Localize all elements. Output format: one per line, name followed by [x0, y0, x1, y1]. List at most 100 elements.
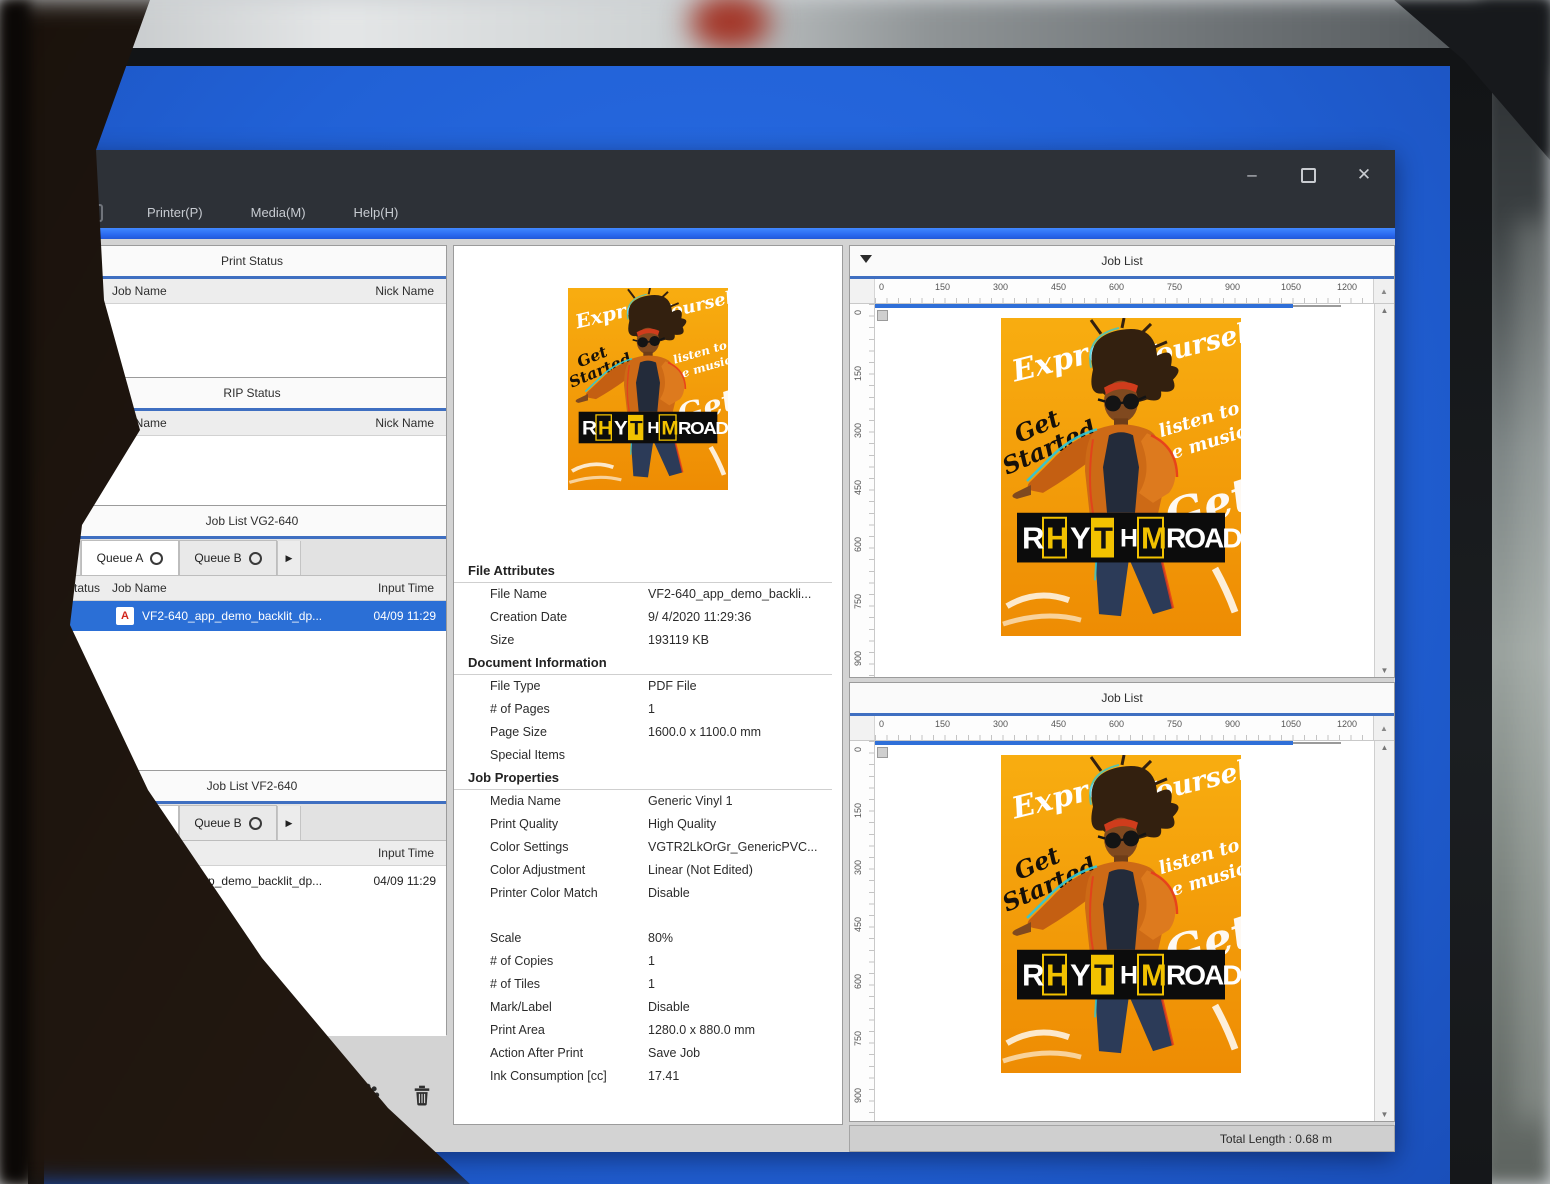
detail-label: Color Adjustment — [490, 859, 648, 882]
tab-queue-b[interactable]: Queue B — [179, 540, 277, 575]
download-icon[interactable] — [245, 1080, 275, 1110]
job-list-area[interactable] — [58, 631, 446, 771]
job-poster-preview[interactable] — [1001, 755, 1241, 1073]
process-icon[interactable] — [353, 1080, 383, 1110]
ruler-label: 750 — [1167, 719, 1182, 729]
job-row[interactable]: A VF2-640_app_demo_backlit_dp... 04/09 1… — [58, 601, 446, 631]
maximize-button[interactable] — [1293, 162, 1323, 188]
detail-label: Print Quality — [490, 813, 648, 836]
detail-value: 17.41 — [648, 1065, 842, 1088]
desktop: – ✕ Printer(P) Media(M) Help(H) — [44, 66, 1450, 1184]
detail-value: 9/ 4/2020 11:29:36 — [648, 606, 842, 629]
rip-status-list[interactable] — [58, 436, 446, 506]
partial-menu-icon[interactable] — [83, 204, 103, 222]
tab-queue-b[interactable]: Queue B — [179, 805, 277, 840]
menu-media[interactable]: Media(M) — [247, 203, 310, 222]
menu-printer[interactable]: Printer(P) — [143, 203, 207, 222]
horizontal-ruler: 0 150 300 450 600 750 900 1050 1200 ▲ — [850, 716, 1394, 741]
col-status: Status — [58, 416, 112, 430]
status-bar: Total Length : 0.68 m — [849, 1125, 1395, 1152]
print-status-list[interactable] — [58, 304, 446, 378]
job-details: File Attributes File NameVF2-640_app_dem… — [454, 560, 842, 1088]
detail-row: Print QualityHigh Quality — [454, 813, 842, 836]
tab-queue-a[interactable]: Queue A — [81, 805, 179, 840]
minimize-button[interactable]: – — [1237, 162, 1267, 188]
tab-label: Queue A — [97, 551, 144, 565]
tab-scroll-left-icon[interactable]: ◀ — [58, 806, 81, 840]
section-title: Job Properties — [454, 767, 832, 790]
detail-row: Print Area1280.0 x 880.0 mm — [454, 1019, 842, 1042]
preview-panel-2: Job List 0 150 300 450 600 750 9 — [849, 682, 1395, 1122]
job-input-time: 04/09 11:29 — [373, 874, 446, 888]
ruler-label: 900 — [853, 1088, 863, 1103]
ruler-label: 900 — [1225, 282, 1240, 292]
origin-marker — [877, 747, 888, 758]
tab-scroll-right-icon[interactable]: ▶ — [277, 806, 301, 840]
collapse-icon[interactable] — [860, 255, 872, 263]
job-list-vg2-header: Job List VG2-640 — [58, 506, 446, 539]
column-header: Status Job Name Input Time — [58, 576, 446, 601]
detail-label: # of Copies — [490, 950, 648, 973]
ruler-label: 1050 — [1281, 719, 1301, 729]
scroll-up-icon[interactable]: ▲ — [1381, 306, 1389, 315]
detail-row: Color AdjustmentLinear (Not Edited) — [454, 859, 842, 882]
vertical-scrollbar[interactable]: ▲ ▼ — [1374, 741, 1394, 1121]
ruler-label: 150 — [853, 803, 863, 818]
detail-value: VGTR2LkOrGr_GenericPVC... — [648, 836, 842, 859]
origin-marker — [877, 310, 888, 321]
detail-row: Color SettingsVGTR2LkOrGr_GenericPVC... — [454, 836, 842, 859]
scroll-down-icon[interactable]: ▼ — [1381, 1110, 1389, 1119]
tab-queue-a[interactable]: Queue A — [81, 540, 179, 575]
detail-row: Mark/LabelDisable — [454, 996, 842, 1019]
queue-status-icon — [249, 817, 262, 830]
section-title: File Attributes — [454, 560, 832, 583]
titlebar: – ✕ Printer(P) Media(M) Help(H) — [55, 150, 1395, 228]
hold-icon[interactable] — [299, 1080, 329, 1110]
queue-status-icon — [150, 552, 163, 565]
scroll-up-icon[interactable]: ▲ — [1381, 743, 1389, 752]
layout-canvas[interactable] — [875, 304, 1374, 677]
tab-scroll-left-icon[interactable]: ◀ — [58, 541, 81, 575]
media-width-bar — [875, 741, 1293, 745]
ruler-label: 450 — [853, 917, 863, 932]
job-row[interactable]: A VF2-640_app_demo_backlit_dp... 04/09 1… — [58, 866, 446, 896]
ruler-label: 750 — [1167, 282, 1182, 292]
job-poster-preview[interactable] — [1001, 318, 1241, 636]
panel-title: Job List VG2-640 — [206, 514, 299, 528]
ruler-label: 750 — [853, 594, 863, 609]
ruler-label: 600 — [853, 537, 863, 552]
job-name: VF2-640_app_demo_backlit_dp... — [142, 874, 373, 888]
detail-label: File Name — [490, 583, 648, 606]
scroll-up-icon[interactable]: ▲ — [1373, 279, 1394, 303]
panel-title: Print Status — [221, 254, 283, 268]
tab-label: Queue B — [194, 816, 241, 830]
tab-scroll-right-icon[interactable]: ▶ — [277, 541, 301, 575]
col-status: Status — [58, 284, 112, 298]
collapse-icon[interactable] — [68, 515, 80, 523]
delete-icon[interactable] — [407, 1080, 437, 1110]
close-button[interactable]: ✕ — [1349, 162, 1379, 188]
ruler-label: 450 — [1051, 282, 1066, 292]
detail-row: File TypePDF File — [454, 675, 842, 698]
ruler-label: 600 — [1109, 719, 1124, 729]
ruler-label: 750 — [853, 1031, 863, 1046]
rip-app-window: – ✕ Printer(P) Media(M) Help(H) — [55, 150, 1395, 1152]
detail-value: 1600.0 x 1100.0 mm — [648, 721, 842, 744]
scroll-up-icon[interactable]: ▲ — [1373, 716, 1394, 740]
detail-value: Disable — [648, 996, 842, 1019]
ruler-label: 300 — [853, 423, 863, 438]
vertical-scrollbar[interactable]: ▲ ▼ — [1374, 304, 1394, 677]
window-content: Print Status Status Job Name Nick Name R… — [55, 239, 1395, 1152]
detail-label: Special Items — [490, 744, 648, 767]
menu-help[interactable]: Help(H) — [350, 203, 403, 222]
panel-title: Job List — [1101, 254, 1142, 268]
ruler-label: 900 — [1225, 719, 1240, 729]
detail-label: File Type — [490, 675, 648, 698]
layout-canvas[interactable] — [875, 741, 1374, 1121]
job-list-area[interactable] — [58, 896, 446, 1036]
scroll-down-icon[interactable]: ▼ — [1381, 666, 1389, 675]
col-status: Status — [58, 846, 112, 860]
monitor-bezel: – ✕ Printer(P) Media(M) Help(H) — [28, 48, 1492, 1184]
detail-label: Action After Print — [490, 1042, 648, 1065]
ruler-label: 1050 — [1281, 282, 1301, 292]
